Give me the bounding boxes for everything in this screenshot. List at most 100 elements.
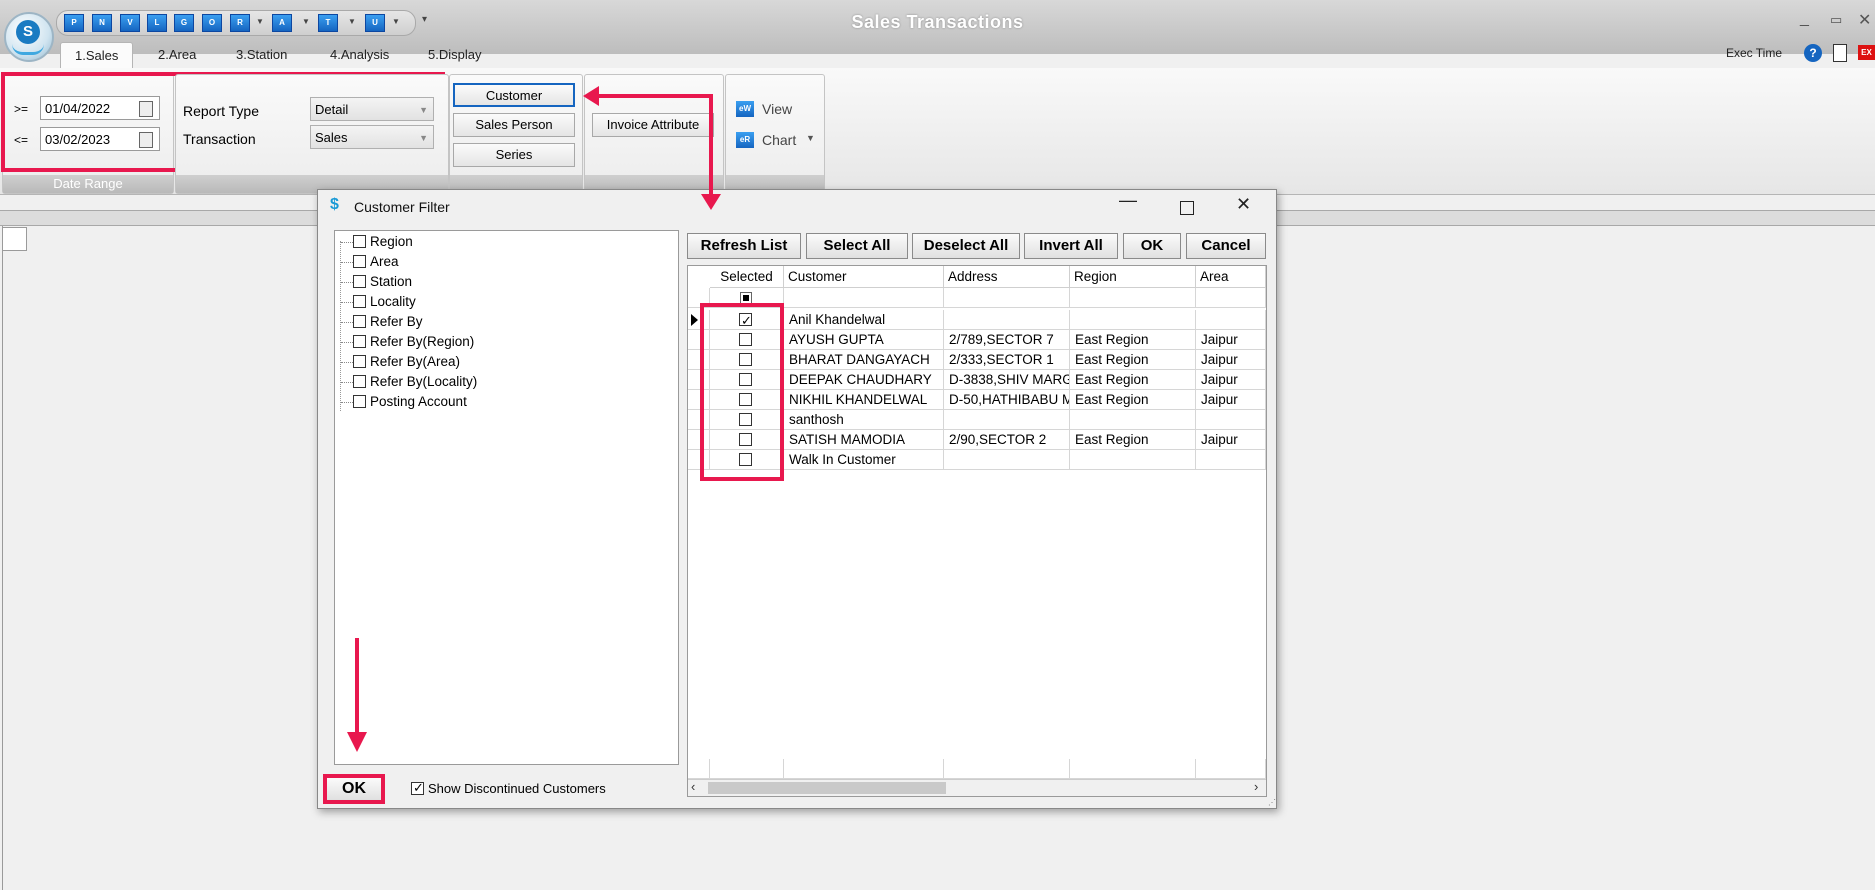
customize-toolbar-icon[interactable]: ▾ (422, 14, 427, 25)
tree-checkbox[interactable] (353, 275, 366, 288)
column-header-selected[interactable]: Selected (710, 266, 784, 288)
cell-area[interactable] (1196, 450, 1266, 470)
cell-customer[interactable]: DEEPAK CHAUDHARY (784, 370, 944, 390)
tab-3[interactable]: 3.Station (222, 42, 301, 68)
show-discontinued-checkbox[interactable] (411, 780, 424, 796)
p-icon[interactable]: P (64, 14, 84, 32)
tree-item[interactable]: Posting Account (341, 392, 467, 412)
tab-1[interactable]: 1.Sales (60, 42, 134, 69)
tree-item[interactable]: Area (341, 252, 399, 272)
cell-region[interactable]: East Region (1070, 330, 1196, 350)
sales-person-button[interactable]: Sales Person (453, 113, 575, 137)
tree-checkbox[interactable] (353, 235, 366, 248)
column-header-customer[interactable]: Customer (784, 266, 944, 288)
app-logo-icon[interactable]: S (4, 12, 54, 62)
tree-checkbox[interactable] (353, 255, 366, 268)
invert-all-button[interactable]: Invert All (1024, 233, 1118, 259)
cell-customer[interactable]: Walk In Customer (784, 450, 944, 470)
chevron-down-icon[interactable]: ▼ (392, 17, 400, 26)
scroll-right-icon[interactable]: › (1254, 779, 1258, 794)
u-icon[interactable]: U (365, 14, 385, 32)
chevron-down-icon[interactable]: ▼ (302, 17, 310, 26)
cell-address[interactable] (944, 450, 1070, 470)
cell-customer[interactable]: NIKHIL KHANDELWAL (784, 390, 944, 410)
customer-button[interactable]: Customer (453, 83, 575, 107)
r-icon[interactable]: R (230, 14, 250, 32)
cell-customer[interactable]: SATISH MAMODIA (784, 430, 944, 450)
chevron-down-icon[interactable]: ▼ (806, 133, 815, 143)
chart-icon[interactable]: eR (736, 132, 754, 148)
v-icon[interactable]: V (120, 14, 140, 32)
t-icon[interactable]: T (318, 14, 338, 32)
refresh-list-button[interactable]: Refresh List (687, 233, 801, 259)
cell-address[interactable] (944, 310, 1070, 330)
chevron-down-icon[interactable]: ▼ (348, 17, 356, 26)
chart-button[interactable]: Chart (762, 132, 796, 148)
tree-checkbox[interactable] (353, 335, 366, 348)
cell-area[interactable] (1196, 310, 1266, 330)
chevron-down-icon[interactable]: ▼ (256, 17, 264, 26)
tree-item[interactable]: Refer By (341, 312, 423, 332)
cell-area[interactable] (1196, 410, 1266, 430)
tree-item[interactable]: Refer By(Region) (341, 332, 474, 352)
document-icon[interactable] (1833, 44, 1847, 62)
transaction-select[interactable]: Sales ▼ (310, 125, 434, 149)
cell-customer[interactable]: AYUSH GUPTA (784, 330, 944, 350)
exit-icon[interactable]: EX (1858, 45, 1875, 60)
ok-top-button[interactable]: OK (1123, 233, 1181, 259)
tree-checkbox[interactable] (353, 295, 366, 308)
cell-customer[interactable]: santhosh (784, 410, 944, 430)
o-icon[interactable]: O (202, 14, 222, 32)
show-discontinued-option[interactable]: Show Discontinued Customers (411, 780, 606, 796)
cell-address[interactable]: D-3838,SHIV MARG (944, 370, 1070, 390)
cell-region[interactable]: East Region (1070, 430, 1196, 450)
n-icon[interactable]: N (92, 14, 112, 32)
l-icon[interactable]: L (147, 14, 167, 32)
tree-checkbox[interactable] (353, 355, 366, 368)
select-all-button[interactable]: Select All (806, 233, 908, 259)
minimize-icon[interactable]: _ (1800, 10, 1809, 28)
tab-5[interactable]: 5.Display (414, 42, 495, 68)
view-button[interactable]: View (762, 101, 792, 117)
cell-address[interactable] (944, 410, 1070, 430)
column-header-address[interactable]: Address (944, 266, 1070, 288)
tree-checkbox[interactable] (353, 315, 366, 328)
cell-address[interactable]: D-50,HATHIBABU M (944, 390, 1070, 410)
tree-item[interactable]: Region (341, 232, 413, 252)
help-icon[interactable]: ? (1804, 44, 1822, 62)
tree-checkbox[interactable] (353, 375, 366, 388)
cell-area[interactable]: Jaipur (1196, 350, 1266, 370)
a-icon[interactable]: A (272, 14, 292, 32)
dialog-close-icon[interactable]: ✕ (1236, 194, 1251, 215)
invoice-attribute-button[interactable]: Invoice Attribute (592, 113, 714, 137)
cancel-button[interactable]: Cancel (1186, 233, 1266, 259)
cell-region[interactable]: East Region (1070, 370, 1196, 390)
tab-2[interactable]: 2.Area (144, 42, 210, 68)
g-icon[interactable]: G (174, 14, 194, 32)
deselect-all-button[interactable]: Deselect All (912, 233, 1020, 259)
cell-address[interactable]: 2/90,SECTOR 2 (944, 430, 1070, 450)
column-header-area[interactable]: Area (1196, 266, 1266, 288)
resize-grip-icon[interactable]: ⋰ (1268, 798, 1276, 807)
tree-item[interactable]: Locality (341, 292, 416, 312)
cell-area[interactable]: Jaipur (1196, 370, 1266, 390)
cell-region[interactable] (1070, 450, 1196, 470)
cell-region[interactable]: East Region (1070, 350, 1196, 370)
cell-region[interactable] (1070, 310, 1196, 330)
tree-checkbox[interactable] (353, 395, 366, 408)
view-icon[interactable]: eW (736, 101, 754, 117)
column-header-region[interactable]: Region (1070, 266, 1196, 288)
tree-item[interactable]: Refer By(Locality) (341, 372, 477, 392)
cell-area[interactable]: Jaipur (1196, 430, 1266, 450)
cell-customer[interactable]: Anil Khandelwal (784, 310, 944, 330)
close-icon[interactable]: ✕ (1858, 10, 1871, 30)
dialog-minimize-icon[interactable]: — (1119, 190, 1137, 211)
cell-region[interactable]: East Region (1070, 390, 1196, 410)
cell-area[interactable]: Jaipur (1196, 390, 1266, 410)
tree-item[interactable]: Station (341, 272, 412, 292)
ok-button[interactable]: OK (323, 774, 385, 804)
report-type-select[interactable]: Detail ▼ (310, 97, 434, 121)
scrollbar-thumb[interactable] (708, 782, 946, 794)
scroll-left-icon[interactable]: ‹ (691, 779, 695, 794)
series-button[interactable]: Series (453, 143, 575, 167)
